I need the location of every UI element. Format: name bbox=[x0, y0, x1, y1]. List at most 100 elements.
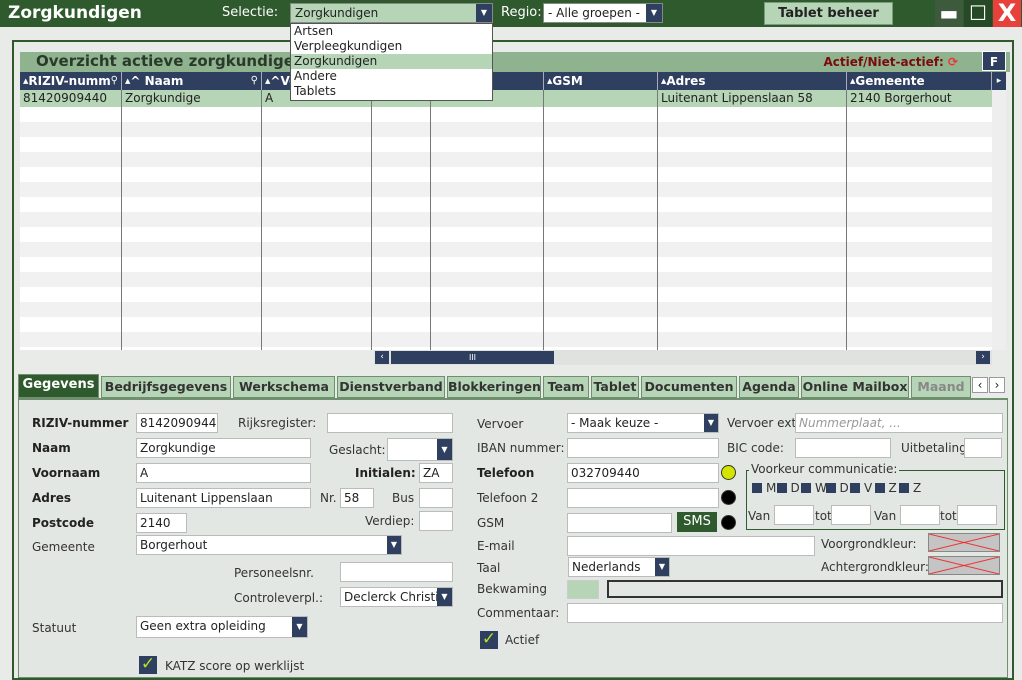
uitbetaling-input[interactable] bbox=[964, 438, 1002, 458]
vervoer-ext-input[interactable]: Nummerplaat, ... bbox=[795, 413, 1003, 433]
tot-input-2[interactable] bbox=[957, 505, 997, 525]
column-header[interactable]: ▲Gemeente bbox=[847, 72, 992, 90]
tab-gegevens[interactable]: Gegevens bbox=[18, 374, 99, 398]
day-checkbox[interactable] bbox=[776, 483, 787, 493]
gsm-input[interactable] bbox=[567, 513, 672, 533]
tab-team[interactable]: Team bbox=[543, 376, 589, 398]
tab-werkschema[interactable]: Werkschema bbox=[233, 376, 335, 398]
regio-select[interactable]: - Alle groepen - ▼ bbox=[543, 3, 663, 23]
verdiep-label: Verdiep: bbox=[365, 514, 415, 528]
voorgrondkleur-picker[interactable] bbox=[928, 533, 1000, 552]
selectie-select[interactable]: Zorgkundigen ▼ bbox=[290, 3, 493, 23]
tab-documenten[interactable]: Documenten bbox=[641, 376, 737, 398]
table-cell: Luitenant Lippenslaan 58 bbox=[661, 91, 813, 105]
bekwaming-label: Bekwaming bbox=[477, 582, 547, 596]
van-input-2[interactable] bbox=[900, 505, 940, 525]
email-input[interactable] bbox=[567, 536, 815, 556]
tab-maand[interactable]: Maand bbox=[911, 376, 971, 398]
geslacht-select[interactable]: ▼ bbox=[387, 438, 453, 461]
column-divider bbox=[846, 90, 847, 350]
day-checkbox[interactable] bbox=[899, 483, 909, 493]
statuut-select[interactable]: Geen extra opleiding ▼ bbox=[136, 616, 308, 638]
chevron-right-icon[interactable]: ▸ bbox=[992, 72, 1006, 90]
selectie-label: Selectie: bbox=[222, 5, 279, 20]
horizontal-scrollbar[interactable]: ‹ III › bbox=[374, 350, 992, 365]
tab-bedrijfsgegevens[interactable]: Bedrijfsgegevens bbox=[101, 376, 231, 398]
tab-scroll-right[interactable]: › bbox=[989, 377, 1005, 393]
day-checkbox[interactable] bbox=[752, 483, 762, 493]
bic-input[interactable] bbox=[795, 438, 891, 458]
day-checkbox[interactable] bbox=[801, 483, 811, 493]
regio-value: - Alle groepen - bbox=[548, 6, 640, 20]
vertical-scrollbar[interactable]: ▸ bbox=[992, 72, 1006, 350]
grid-body: 81420909440 Zorgkundige A Luitenant Lippens… bbox=[20, 90, 992, 350]
scroll-left-button[interactable]: ‹ bbox=[375, 351, 389, 364]
dropdown-option[interactable]: Artsen bbox=[291, 24, 492, 39]
day-label: Z bbox=[888, 481, 897, 495]
naam-input[interactable]: Zorgkundige bbox=[136, 438, 311, 458]
day-checkbox[interactable] bbox=[874, 483, 885, 493]
day-checkbox[interactable] bbox=[825, 483, 836, 493]
dropdown-option[interactable]: Verpleegkundigen bbox=[291, 39, 492, 54]
iban-input[interactable] bbox=[567, 438, 719, 458]
taal-select[interactable]: Nederlands ▼ bbox=[568, 557, 670, 577]
actief-toggle-label: Actief/Niet-actief: bbox=[823, 55, 944, 69]
search-icon[interactable]: ⚲ bbox=[111, 72, 118, 90]
achtergrondkleur-picker[interactable] bbox=[928, 556, 1000, 575]
tab-agenda[interactable]: Agenda bbox=[739, 376, 799, 398]
minimize-button[interactable]: ▬ bbox=[935, 0, 963, 27]
controleverpl-select[interactable]: Declerck Christi ▼ bbox=[340, 587, 453, 607]
dropdown-option[interactable]: Zorgkundigen bbox=[291, 54, 492, 69]
tot-input-1[interactable] bbox=[831, 505, 871, 525]
close-button[interactable]: X bbox=[993, 0, 1021, 27]
telefoon2-input[interactable] bbox=[567, 488, 719, 508]
dropdown-option[interactable]: Andere bbox=[291, 69, 492, 84]
scroll-thumb[interactable]: III bbox=[391, 351, 554, 364]
day-checkbox[interactable] bbox=[850, 483, 860, 493]
tab-blokkeringen[interactable]: Blokkeringen bbox=[447, 376, 541, 398]
tab-dienstverband[interactable]: Dienstverband bbox=[337, 376, 445, 398]
table-cell: Zorgkundige bbox=[125, 91, 201, 105]
tot-label-2: tot bbox=[940, 509, 957, 523]
postcode-input[interactable]: 2140 bbox=[136, 513, 187, 533]
tab-online-mailbox[interactable]: Online Mailbox bbox=[801, 376, 909, 398]
bus-input[interactable] bbox=[419, 488, 453, 508]
telefoon-input[interactable]: 032709440 bbox=[567, 463, 719, 483]
dropdown-option[interactable]: Tablets bbox=[291, 84, 492, 99]
gemeente-select[interactable]: Borgerhout ▼ bbox=[136, 535, 402, 555]
actief-toggle[interactable]: Actief/Niet-actief: ⟳ bbox=[824, 55, 958, 69]
column-header[interactable]: ▲GSM bbox=[544, 72, 658, 90]
actief-checkbox[interactable]: ✓ bbox=[480, 631, 498, 649]
day-label: V bbox=[864, 481, 873, 495]
commentaar-input[interactable] bbox=[567, 603, 1003, 623]
nr-input[interactable]: 58 bbox=[340, 488, 374, 508]
van-input-1[interactable] bbox=[774, 505, 814, 525]
sms-button[interactable]: SMS bbox=[677, 512, 717, 532]
bekwaming-field[interactable] bbox=[607, 580, 1003, 598]
grid-column-headers: ▲RIZIV-numm⚲▲^ Naam⚲▲^Vo▲▲n▲GSM▲Adres▲Ge… bbox=[20, 72, 1006, 90]
adres-input[interactable]: Luitenant Lippenslaan bbox=[136, 488, 311, 508]
column-header[interactable]: ▲RIZIV-numm ⚲ bbox=[20, 72, 122, 90]
rijksregister-input[interactable] bbox=[327, 413, 453, 433]
verdiep-input[interactable] bbox=[419, 511, 453, 531]
tab-scroll-left[interactable]: ‹ bbox=[972, 377, 988, 393]
vervoer-select[interactable]: - Maak keuze - ▼ bbox=[567, 413, 719, 433]
bekwaming-color[interactable] bbox=[567, 580, 599, 599]
commentaar-label: Commentaar: bbox=[477, 606, 560, 620]
personeelsnr-input[interactable] bbox=[340, 562, 453, 582]
katz-checkbox[interactable]: ✓ bbox=[139, 656, 157, 674]
filter-button[interactable]: F bbox=[982, 51, 1006, 71]
tab-tablet[interactable]: Tablet bbox=[591, 376, 639, 398]
column-header[interactable]: ▲Adres bbox=[658, 72, 847, 90]
column-header[interactable]: ▲^ Naam ⚲ bbox=[122, 72, 262, 90]
voornaam-input[interactable]: A bbox=[136, 463, 311, 483]
initialen-input[interactable]: ZA bbox=[419, 463, 453, 483]
maximize-button[interactable]: ☐ bbox=[964, 0, 992, 27]
column-header-label: ^ Naam bbox=[130, 74, 184, 88]
scroll-right-button[interactable]: › bbox=[976, 351, 990, 364]
search-icon[interactable]: ⚲ bbox=[251, 72, 258, 90]
riziv-input[interactable]: 81420909440 bbox=[136, 413, 218, 433]
tablet-beheer-button[interactable]: Tablet beheer bbox=[764, 2, 893, 25]
selectie-value: Zorgkundigen bbox=[295, 6, 379, 20]
day-label: D bbox=[790, 481, 800, 495]
